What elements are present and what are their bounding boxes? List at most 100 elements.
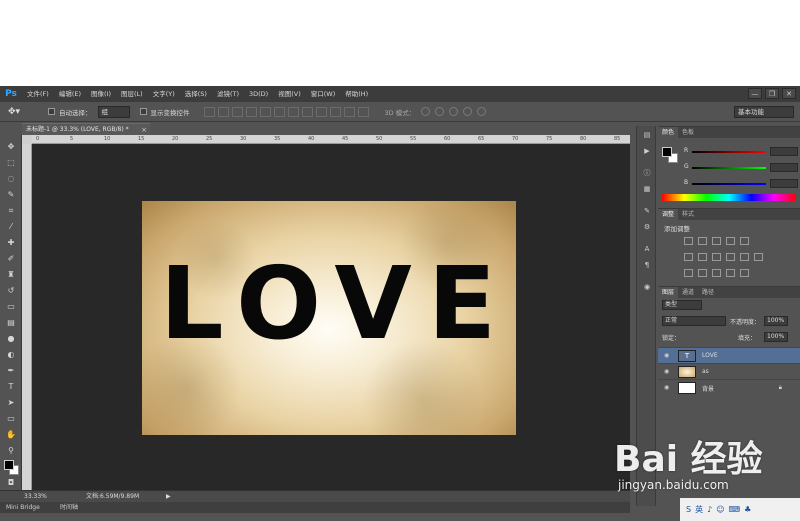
document-canvas[interactable]: LOVE [142, 201, 516, 435]
document-tab[interactable]: 未标题-1 @ 33.3% (LOVE, RGB/8) * × [22, 123, 150, 135]
menu-layer[interactable]: 图层(L) [116, 86, 148, 102]
menu-image[interactable]: 图像(I) [86, 86, 116, 102]
ime-emoji-icon[interactable]: ☺ [716, 505, 724, 514]
tab-swatches[interactable]: 色板 [678, 127, 698, 138]
curves-icon[interactable] [712, 237, 721, 245]
distribute-top-icon[interactable] [287, 106, 299, 117]
tab-channels[interactable]: 通道 [678, 287, 698, 298]
vertical-ruler[interactable] [22, 144, 32, 490]
menu-3d[interactable]: 3D(D) [244, 86, 273, 102]
show-transform-checkbox[interactable] [139, 108, 147, 115]
ime-logo-icon[interactable]: S [686, 505, 691, 514]
brightness-icon[interactable] [684, 237, 693, 245]
tab-color[interactable]: 颜色 [658, 127, 679, 138]
blue-slider[interactable]: B [684, 179, 798, 189]
menu-view[interactable]: 视图(V) [273, 86, 306, 102]
quick-mask-icon[interactable]: ◘ [4, 477, 18, 488]
levels-icon[interactable] [698, 237, 707, 245]
align-right-icon[interactable] [273, 106, 285, 117]
layer-row-background[interactable]: ◉ 背景 🔒︎ [658, 379, 800, 395]
crop-tool-icon[interactable]: ⌗ [4, 205, 18, 216]
black-white-icon[interactable] [712, 253, 721, 261]
layer-row-as[interactable]: ◉ as [658, 363, 800, 379]
brush-tool-icon[interactable]: ✐ [4, 253, 18, 264]
foreground-color-swatch[interactable] [4, 460, 14, 470]
hand-tool-icon[interactable]: ✋ [4, 429, 18, 440]
green-value-field[interactable] [770, 163, 798, 172]
tab-layers[interactable]: 图层 [658, 287, 679, 298]
gradient-map-icon[interactable] [726, 269, 735, 277]
invert-icon[interactable] [684, 269, 693, 277]
selective-color-icon[interactable] [740, 269, 749, 277]
red-track[interactable] [692, 151, 766, 153]
blur-tool-icon[interactable]: ● [4, 333, 18, 344]
horizontal-ruler[interactable]: 051015202530354045505560657075808590 [32, 135, 654, 144]
tab-adjustments[interactable]: 调整 [658, 209, 679, 220]
panel-foreground-swatch[interactable] [662, 147, 672, 157]
history-panel-icon[interactable]: ▤ [641, 130, 653, 140]
tab-paths[interactable]: 路径 [698, 287, 718, 298]
eyedropper-tool-icon[interactable]: ⁄ [4, 221, 18, 232]
distribute-right-icon[interactable] [357, 106, 369, 117]
auto-select-dropdown[interactable]: 组 [97, 105, 130, 118]
layer-row-love[interactable]: ◉ T LOVE [658, 347, 800, 363]
align-left-icon[interactable] [245, 106, 257, 117]
align-hcenter-icon[interactable] [259, 106, 271, 117]
distribute-bottom-icon[interactable] [315, 106, 327, 117]
align-top-icon[interactable] [203, 106, 215, 117]
menu-select[interactable]: 选择(S) [180, 86, 212, 102]
clone-stamp-tool-icon[interactable]: ♜ [4, 269, 18, 280]
posterize-icon[interactable] [698, 269, 707, 277]
green-track[interactable] [692, 167, 766, 169]
color-lookup-icon[interactable] [754, 253, 763, 261]
layer-kind-filter[interactable]: 类型 [662, 300, 702, 310]
paragraph-panel-icon[interactable]: ¶ [641, 260, 653, 270]
channel-mixer-icon[interactable] [740, 253, 749, 261]
type-tool-icon[interactable]: T [4, 381, 18, 392]
vibrance-icon[interactable] [740, 237, 749, 245]
gradient-tool-icon[interactable]: ▤ [4, 317, 18, 328]
color-spectrum[interactable] [662, 194, 796, 201]
info-panel-icon[interactable]: ⓘ [641, 168, 653, 178]
blue-track[interactable] [692, 183, 766, 185]
history-brush-tool-icon[interactable]: ↺ [4, 285, 18, 296]
tab-timeline[interactable]: 时间轴 [56, 502, 82, 513]
color-balance-icon[interactable] [698, 253, 707, 261]
distribute-left-icon[interactable] [329, 106, 341, 117]
3d-pan-icon[interactable] [449, 107, 459, 116]
distribute-vcenter-icon[interactable] [301, 106, 313, 117]
zoom-tool-icon[interactable]: ⚲ [4, 445, 18, 456]
marquee-tool-icon[interactable]: ⬚ [4, 157, 18, 168]
menu-help[interactable]: 帮助(H) [340, 86, 373, 102]
canvas-workspace[interactable]: LOVE [32, 144, 630, 490]
red-value-field[interactable] [770, 147, 798, 156]
fill-field[interactable]: 100% [764, 332, 788, 342]
menu-type[interactable]: 文字(Y) [148, 86, 180, 102]
3d-slide-icon[interactable] [463, 107, 473, 116]
blend-mode-dropdown[interactable]: 正常 [662, 316, 726, 326]
blue-value-field[interactable] [770, 179, 798, 188]
visibility-eye-icon[interactable]: ◉ [664, 368, 669, 375]
opacity-field[interactable]: 100% [764, 316, 788, 326]
green-slider[interactable]: G [684, 163, 798, 173]
tab-mini-bridge[interactable]: Mini Bridge [2, 502, 44, 513]
hue-saturation-icon[interactable] [684, 253, 693, 261]
3d-scale-icon[interactable] [477, 107, 487, 116]
dodge-tool-icon[interactable]: ◐ [4, 349, 18, 360]
distribute-hcenter-icon[interactable] [343, 106, 355, 117]
layer-name[interactable]: as [702, 368, 709, 375]
brush-panel-icon[interactable]: ✎ [641, 206, 653, 216]
minimize-button[interactable]: — [748, 88, 762, 99]
3d-rotate-icon[interactable] [421, 107, 431, 116]
move-tool-icon[interactable]: ✥ [4, 141, 18, 152]
workspace-dropdown[interactable]: 基本功能 [734, 106, 794, 118]
align-bottom-icon[interactable] [231, 106, 243, 117]
red-slider[interactable]: R [684, 147, 798, 157]
visibility-eye-icon[interactable]: ◉ [664, 352, 669, 359]
character-panel-icon[interactable]: A [641, 244, 653, 254]
menu-filter[interactable]: 滤镜(T) [212, 86, 244, 102]
3d-panel-icon[interactable]: ◉ [641, 282, 653, 292]
auto-select-checkbox[interactable] [48, 108, 55, 115]
brush-presets-icon[interactable]: ⚙ [641, 222, 653, 232]
eraser-tool-icon[interactable]: ▭ [4, 301, 18, 312]
